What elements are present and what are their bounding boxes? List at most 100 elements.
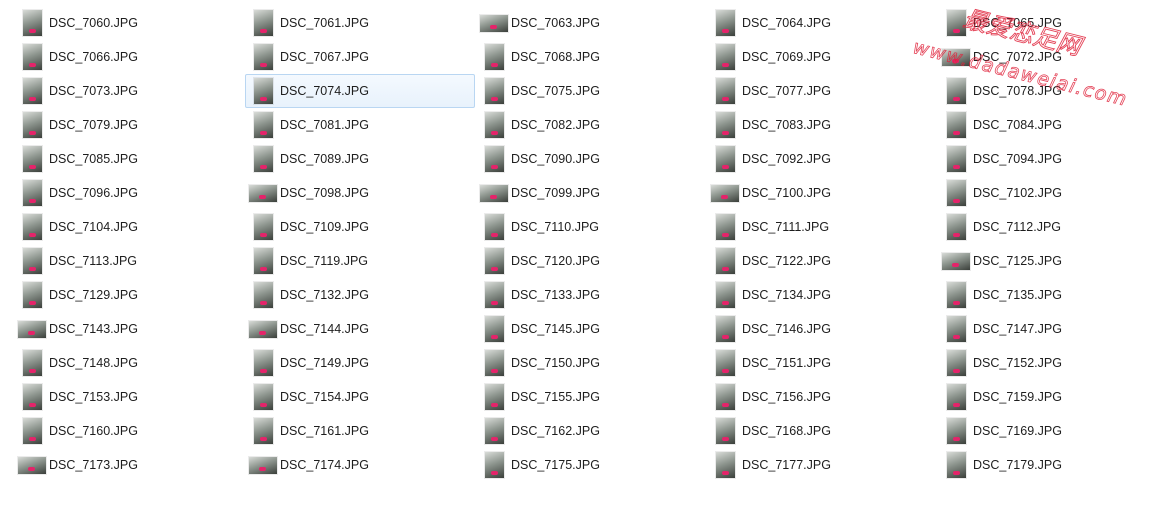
file-item[interactable]: DSC_7132.JPG	[245, 278, 475, 312]
file-item[interactable]: DSC_7104.JPG	[14, 210, 244, 244]
file-item[interactable]: DSC_7151.JPG	[707, 346, 937, 380]
thumbnail-image	[946, 452, 966, 478]
file-item[interactable]: DSC_7152.JPG	[938, 346, 1162, 380]
file-item[interactable]: DSC_7100.JPG	[707, 176, 937, 210]
file-item[interactable]: DSC_7153.JPG	[14, 380, 244, 414]
file-item[interactable]: DSC_7129.JPG	[14, 278, 244, 312]
file-item[interactable]: DSC_7147.JPG	[938, 312, 1162, 346]
file-item[interactable]: DSC_7125.JPG	[938, 244, 1162, 278]
file-item[interactable]: DSC_7149.JPG	[245, 346, 475, 380]
photo-thumbnail-icon	[479, 416, 509, 446]
thumbnail-image	[484, 78, 504, 104]
thumbnail-image	[946, 112, 966, 138]
file-item[interactable]: DSC_7064.JPG	[707, 6, 937, 40]
file-item[interactable]: DSC_7089.JPG	[245, 142, 475, 176]
photo-thumbnail-icon	[710, 8, 740, 38]
file-name: DSC_7077.JPG	[742, 84, 831, 98]
file-item[interactable]: DSC_7174.JPG	[245, 448, 475, 482]
file-item[interactable]: DSC_7096.JPG	[14, 176, 244, 210]
file-item[interactable]: DSC_7069.JPG	[707, 40, 937, 74]
file-name: DSC_7132.JPG	[280, 288, 369, 302]
thumbnail-image	[946, 316, 966, 342]
file-item[interactable]: DSC_7060.JPG	[14, 6, 244, 40]
photo-thumbnail-icon	[479, 8, 509, 38]
file-item[interactable]: DSC_7173.JPG	[14, 448, 244, 482]
file-item[interactable]: DSC_7066.JPG	[14, 40, 244, 74]
thumbnail-image	[249, 184, 277, 202]
file-item[interactable]: DSC_7084.JPG	[938, 108, 1162, 142]
file-item[interactable]: DSC_7092.JPG	[707, 142, 937, 176]
file-item[interactable]: DSC_7112.JPG	[938, 210, 1162, 244]
file-item[interactable]: DSC_7083.JPG	[707, 108, 937, 142]
thumbnail-image	[715, 316, 735, 342]
file-item[interactable]: DSC_7090.JPG	[476, 142, 706, 176]
photo-thumbnail-icon	[710, 450, 740, 480]
file-name: DSC_7078.JPG	[973, 84, 1062, 98]
file-item[interactable]: DSC_7143.JPG	[14, 312, 244, 346]
photo-thumbnail-icon	[17, 178, 47, 208]
file-item[interactable]: DSC_7085.JPG	[14, 142, 244, 176]
file-item[interactable]: DSC_7075.JPG	[476, 74, 706, 108]
file-name: DSC_7143.JPG	[49, 322, 138, 336]
file-item[interactable]: DSC_7161.JPG	[245, 414, 475, 448]
file-item[interactable]: DSC_7067.JPG	[245, 40, 475, 74]
file-item[interactable]: DSC_7144.JPG	[245, 312, 475, 346]
file-item[interactable]: DSC_7160.JPG	[14, 414, 244, 448]
file-item[interactable]: DSC_7098.JPG	[245, 176, 475, 210]
thumbnail-image	[715, 282, 735, 308]
file-item[interactable]: DSC_7159.JPG	[938, 380, 1162, 414]
thumbnail-image	[22, 78, 42, 104]
file-item[interactable]: DSC_7177.JPG	[707, 448, 937, 482]
file-item[interactable]: DSC_7169.JPG	[938, 414, 1162, 448]
file-item[interactable]: DSC_7179.JPG	[938, 448, 1162, 482]
file-item[interactable]: DSC_7061.JPG	[245, 6, 475, 40]
file-item[interactable]: DSC_7150.JPG	[476, 346, 706, 380]
file-item[interactable]: DSC_7068.JPG	[476, 40, 706, 74]
file-name: DSC_7067.JPG	[280, 50, 369, 64]
file-item[interactable]: DSC_7162.JPG	[476, 414, 706, 448]
file-item[interactable]: DSC_7120.JPG	[476, 244, 706, 278]
file-item[interactable]: DSC_7073.JPG	[14, 74, 244, 108]
file-item[interactable]: DSC_7079.JPG	[14, 108, 244, 142]
file-item[interactable]: DSC_7145.JPG	[476, 312, 706, 346]
file-item[interactable]: DSC_7122.JPG	[707, 244, 937, 278]
file-item[interactable]: DSC_7102.JPG	[938, 176, 1162, 210]
file-name: DSC_7150.JPG	[511, 356, 600, 370]
thumbnail-image	[253, 384, 273, 410]
file-item[interactable]: DSC_7154.JPG	[245, 380, 475, 414]
file-item[interactable]: DSC_7113.JPG	[14, 244, 244, 278]
file-item[interactable]: DSC_7077.JPG	[707, 74, 937, 108]
file-item[interactable]: DSC_7072.JPG	[938, 40, 1162, 74]
file-item[interactable]: DSC_7078.JPG	[938, 74, 1162, 108]
file-item[interactable]: DSC_7175.JPG	[476, 448, 706, 482]
file-item[interactable]: DSC_7063.JPG	[476, 6, 706, 40]
file-name: DSC_7085.JPG	[49, 152, 138, 166]
file-item[interactable]: DSC_7119.JPG	[245, 244, 475, 278]
file-item[interactable]: DSC_7099.JPG	[476, 176, 706, 210]
thumbnail-image	[22, 248, 42, 274]
file-item[interactable]: DSC_7094.JPG	[938, 142, 1162, 176]
photo-thumbnail-icon	[248, 450, 278, 480]
file-item[interactable]: DSC_7133.JPG	[476, 278, 706, 312]
file-item[interactable]: DSC_7110.JPG	[476, 210, 706, 244]
file-item[interactable]: DSC_7082.JPG	[476, 108, 706, 142]
file-item[interactable]: DSC_7065.JPG	[938, 6, 1162, 40]
file-item[interactable]: DSC_7155.JPG	[476, 380, 706, 414]
file-item[interactable]: DSC_7109.JPG	[245, 210, 475, 244]
file-item[interactable]: DSC_7074.JPG	[245, 74, 475, 108]
thumbnail-image	[253, 78, 273, 104]
file-item[interactable]: DSC_7148.JPG	[14, 346, 244, 380]
file-item[interactable]: DSC_7135.JPG	[938, 278, 1162, 312]
file-item[interactable]: DSC_7156.JPG	[707, 380, 937, 414]
thumbnail-image	[715, 78, 735, 104]
file-name: DSC_7073.JPG	[49, 84, 138, 98]
file-item[interactable]: DSC_7111.JPG	[707, 210, 937, 244]
file-item[interactable]: DSC_7168.JPG	[707, 414, 937, 448]
thumbnail-image	[18, 456, 46, 474]
file-name: DSC_7175.JPG	[511, 458, 600, 472]
file-item[interactable]: DSC_7134.JPG	[707, 278, 937, 312]
file-item[interactable]: DSC_7146.JPG	[707, 312, 937, 346]
file-name: DSC_7074.JPG	[280, 84, 369, 98]
file-name: DSC_7060.JPG	[49, 16, 138, 30]
file-item[interactable]: DSC_7081.JPG	[245, 108, 475, 142]
